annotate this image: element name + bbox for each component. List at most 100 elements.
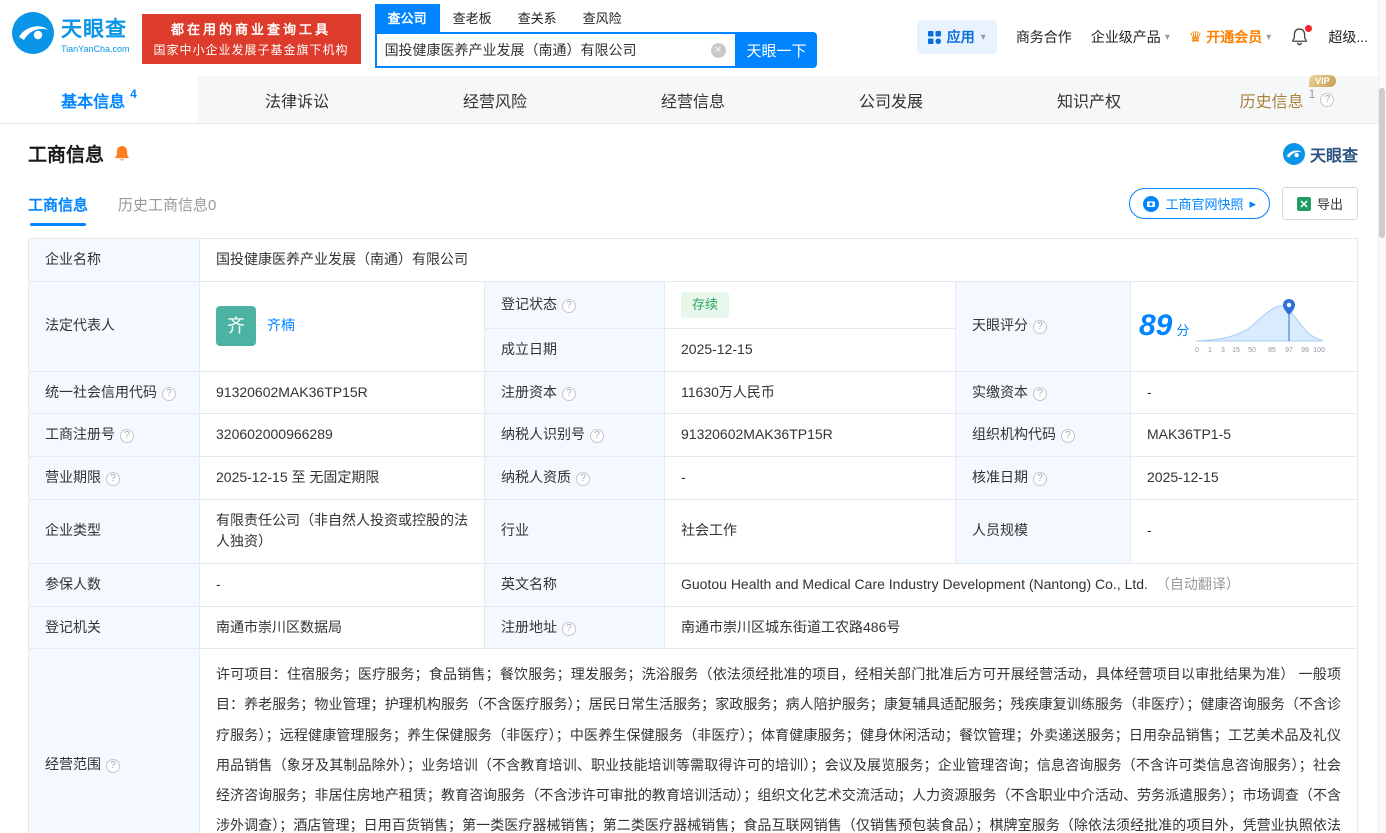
score-unit: 分 [1176, 323, 1190, 339]
help-icon[interactable]: ? [562, 621, 576, 636]
nav-business-cooperation-label: 商务合作 [1015, 29, 1072, 45]
help-icon[interactable]: ? [106, 758, 120, 773]
search-button[interactable]: 天眼一下 [736, 32, 817, 68]
nav-apps[interactable]: 应用 ▾ [916, 20, 997, 54]
notification-dot [1305, 25, 1313, 32]
subtab-business-info[interactable]: 工商信息 [28, 194, 88, 226]
svg-text:99: 99 [1301, 347, 1309, 354]
field-label-reg-address: 注册地址? [484, 605, 665, 650]
help-icon[interactable]: ? [120, 429, 134, 444]
field-value-score: 89 分 0 1 3 15 50 85 97 99 100 [1130, 280, 1358, 372]
arrow-right-icon: ▸ [1249, 195, 1256, 211]
svg-text:97: 97 [1285, 347, 1293, 354]
promo-line1: 都在用的商业查询工具 [171, 22, 332, 37]
tab-history-info-count: 1 [1308, 86, 1316, 101]
help-icon[interactable]: ? [1320, 92, 1335, 107]
legal-rep-avatar: 齐 [216, 306, 256, 347]
tab-intellectual-property[interactable]: 知识产权 [990, 76, 1188, 123]
field-label-english-name: 英文名称 [484, 562, 665, 607]
subscribe-bell-icon[interactable] [113, 145, 131, 162]
help-icon[interactable]: ? [576, 471, 590, 486]
field-value-reg-authority: 南通市崇川区数据局 [199, 605, 485, 650]
help-icon[interactable]: ? [1033, 320, 1047, 335]
table-row: 统一社会信用代码? 91320602MAK36TP15R 注册资本? 11630… [28, 370, 1358, 415]
field-label-industry: 行业 [484, 498, 665, 564]
field-value-business-term: 2025-12-15 至 无固定期限 [199, 455, 485, 500]
tab-operating-risk[interactable]: 经营风险 [396, 76, 594, 123]
search-tabs: 查公司 查老板 查关系 查风险 [374, 4, 817, 32]
tab-basic-info[interactable]: 基本信息 4 [0, 76, 198, 123]
help-icon[interactable]: ? [162, 386, 176, 401]
help-icon[interactable]: ? [1061, 429, 1075, 444]
table-row: 工商注册号? 320602000966289 纳税人识别号? 91320602M… [28, 413, 1358, 457]
grid-icon [927, 30, 941, 44]
legal-rep-link[interactable]: 齐楠 [267, 315, 295, 337]
tab-company-development[interactable]: 公司发展 [792, 76, 990, 123]
search-tab-company[interactable]: 查公司 [374, 4, 440, 32]
official-snapshot-button[interactable]: 工商官网快照 ▸ [1129, 188, 1270, 219]
official-snapshot-label: 工商官网快照 [1165, 197, 1244, 212]
nav-open-vip[interactable]: ♛ 开通会员 ▾ [1189, 27, 1271, 47]
tab-business-info[interactable]: 经营信息 [594, 76, 792, 123]
clear-icon[interactable]: × [710, 42, 726, 58]
field-value-english-name: Guotou Health and Medical Care Industry … [664, 562, 1358, 607]
score-distribution-chart: 0 1 3 15 50 85 97 99 100 [1195, 299, 1325, 354]
search-tab-boss[interactable]: 查老板 [440, 4, 505, 32]
field-value-taxpayer-quali: - [664, 455, 956, 500]
vip-badge: VIP [1309, 74, 1336, 87]
field-label-reg-status: 登记状态? [484, 280, 665, 329]
field-label-credit-code: 统一社会信用代码? [28, 370, 200, 415]
field-value-paid-capital: - [1130, 370, 1358, 415]
tab-operating-risk-label: 经营风险 [462, 93, 527, 111]
crown-icon: ♛ [1188, 29, 1203, 46]
export-button[interactable]: 导出 [1281, 187, 1358, 220]
nav-open-vip-label: 开通会员 [1206, 29, 1263, 45]
help-icon[interactable]: ? [106, 471, 120, 486]
nav-apps-label: 应用 [946, 29, 975, 45]
help-icon[interactable]: ? [590, 429, 604, 444]
field-value-establish-date: 2025-12-15 [664, 327, 956, 372]
top-header: 天眼查 TianYanCha.com 都在用的商业查询工具 国家中小企业发展子基… [0, 0, 1386, 68]
field-label-staff-size: 人员规模 [955, 498, 1131, 564]
notification-bell-button[interactable] [1290, 25, 1313, 49]
logo-domain-text: TianYanCha.com [61, 43, 130, 54]
excel-icon [1296, 196, 1311, 211]
promo-line2: 国家中小企业发展子基金旗下机构 [153, 43, 349, 57]
scrollbar-thumb[interactable] [1379, 88, 1385, 238]
field-value-company-name: 国投健康医养产业发展（南通）有限公司 [199, 238, 1358, 282]
field-label-approval-date: 核准日期? [955, 455, 1131, 500]
subtab-history-business-info[interactable]: 历史工商信息0 [118, 194, 216, 226]
field-label-paid-capital: 实缴资本? [955, 370, 1131, 415]
nav-super-vip[interactable]: 超级... [1328, 27, 1368, 47]
field-label-company-type: 企业类型 [28, 498, 200, 564]
field-value-approval-date: 2025-12-15 [1130, 455, 1358, 500]
field-label-taxpayer-no: 纳税人识别号? [484, 413, 665, 457]
caret-down-icon: ▾ [980, 31, 986, 43]
tab-basic-info-count: 4 [130, 86, 137, 101]
help-icon[interactable]: ? [562, 298, 576, 313]
table-row: 经营范围? 许可项目：住宿服务；医疗服务；食品销售；餐饮服务；理发服务；洗浴服务… [28, 648, 1358, 833]
field-label-reg-authority: 登记机关 [28, 605, 200, 650]
field-label-reg-no: 工商注册号? [28, 413, 200, 457]
nav-business-cooperation[interactable]: 商务合作 [1016, 27, 1072, 47]
tab-legal-lawsuit-label: 法律诉讼 [264, 93, 329, 111]
logo-eye-icon [12, 12, 54, 54]
tab-legal-lawsuit[interactable]: 法律诉讼 [198, 76, 396, 123]
help-icon[interactable]: ? [1033, 471, 1047, 486]
field-label-score: 天眼评分? [955, 280, 1131, 372]
tianyancha-logo[interactable]: 天眼查 TianYanCha.com [12, 12, 130, 54]
field-value-taxpayer-no: 91320602MAK36TP15R [664, 413, 956, 457]
nav-enterprise-product[interactable]: 企业级产品 ▾ [1091, 27, 1170, 47]
help-icon[interactable]: ? [1033, 386, 1047, 401]
field-value-org-code: MAK36TP1-5 [1130, 413, 1358, 457]
field-value-insured-num: - [199, 562, 485, 607]
search-tab-relation[interactable]: 查关系 [505, 4, 570, 32]
scrollbar-track[interactable] [1378, 0, 1386, 833]
help-icon[interactable]: ? [562, 386, 576, 401]
nav-super-vip-label: 超级... [1328, 29, 1368, 45]
search-tab-risk[interactable]: 查风险 [570, 4, 635, 32]
search-input[interactable] [376, 42, 711, 58]
logo-eye-icon [1282, 142, 1305, 165]
field-value-legal-rep: 齐 齐楠 [199, 280, 485, 372]
tab-history-info[interactable]: 历史信息 VIP 1 ? [1188, 74, 1386, 123]
